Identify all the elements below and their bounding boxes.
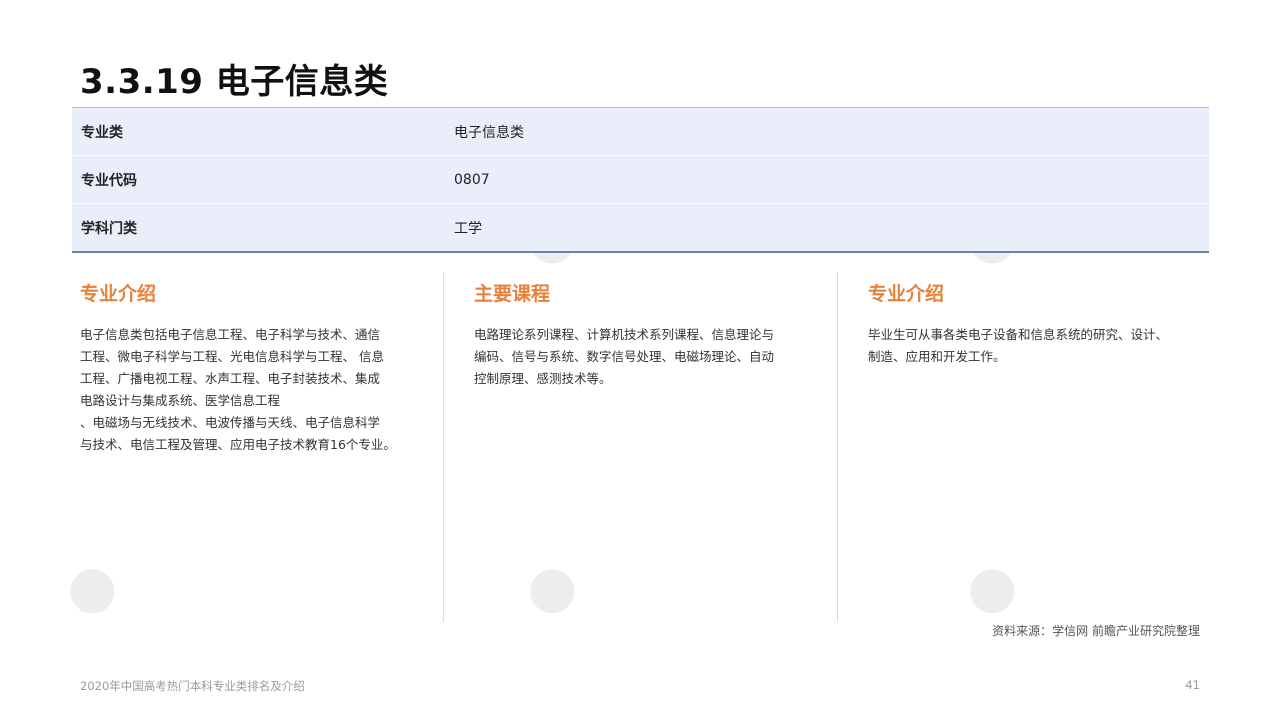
info-label: 学科门类	[81, 220, 137, 237]
slide-page: 3.3.19 电子信息类 专业类 电子信息类 专业代码 0807 学科门类 工学…	[0, 0, 1280, 720]
column-heading: 专业介绍	[868, 283, 945, 305]
info-value: 电子信息类	[454, 124, 524, 141]
info-row-category: 专业类 电子信息类	[72, 108, 1209, 156]
column-text: 毕业生可从事各类电子设备和信息系统的研究、设计、 制造、应用和开发工作。	[868, 327, 1169, 364]
info-table: 专业类 电子信息类 专业代码 0807 学科门类 工学	[72, 107, 1209, 253]
info-value: 工学	[454, 220, 482, 237]
watermark-logo	[54, 444, 326, 646]
column-main-courses: 主要课程 电路理论系列课程、计算机技术系列课程、信息理论与 编码、信号与系统、数…	[474, 280, 814, 390]
footer-doc-title: 2020年中国高考热门本科专业类排名及介绍	[80, 679, 305, 693]
watermark-circle-icon	[62, 561, 123, 622]
info-row-code: 专业代码 0807	[72, 156, 1209, 204]
watermark-circle-icon	[962, 561, 1023, 622]
column-text: 电路理论系列课程、计算机技术系列课程、信息理论与 编码、信号与系统、数字信号处理…	[474, 327, 775, 386]
page-number: 41	[1185, 678, 1200, 692]
info-value: 0807	[454, 171, 490, 188]
info-label: 专业类	[81, 124, 123, 141]
watermark-circle-icon	[522, 561, 583, 622]
column-careers: 专业介绍 毕业生可从事各类电子设备和信息系统的研究、设计、 制造、应用和开发工作…	[868, 280, 1208, 368]
watermark-logo	[954, 444, 1226, 646]
column-heading: 专业介绍	[80, 283, 157, 305]
column-heading: 主要课程	[474, 283, 551, 305]
page-title: 3.3.19 电子信息类	[80, 62, 389, 102]
info-label: 专业代码	[81, 172, 137, 189]
source-note: 资料来源：学信网 前瞻产业研究院整理	[992, 624, 1200, 638]
column-divider	[837, 272, 838, 622]
column-text: 电子信息类包括电子信息工程、电子科学与技术、通信 工程、微电子科学与工程、光电信…	[80, 327, 396, 452]
column-introduction: 专业介绍 电子信息类包括电子信息工程、电子科学与技术、通信 工程、微电子科学与工…	[80, 280, 420, 456]
watermark-logo	[514, 444, 786, 646]
info-row-discipline: 学科门类 工学	[72, 204, 1209, 251]
column-divider	[443, 272, 444, 622]
